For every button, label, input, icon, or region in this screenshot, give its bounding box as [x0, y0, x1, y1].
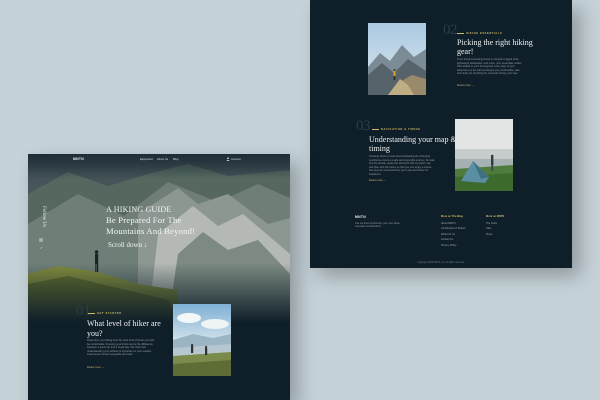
article-eyebrow: HIKING ESSENTIALS — [456, 32, 503, 35]
article-eyebrow: NAVIGATION & TIMING — [372, 128, 421, 131]
footer-link[interactable]: Privacy Policy — [441, 243, 466, 248]
account-button[interactable]: Account — [226, 157, 241, 161]
read-more-link[interactable]: Read more → — [369, 178, 386, 182]
account-label: Account — [231, 157, 241, 161]
footer-column-heading: More on The Blog — [441, 215, 463, 218]
follow-us-label[interactable]: Follow Us — [41, 206, 46, 227]
hero-title-line: Mountains And Beyond! — [106, 226, 196, 236]
nav-item-about[interactable]: About Us — [157, 158, 168, 161]
user-icon — [226, 157, 230, 161]
hero-heading: A HIKING GUIDE Be Prepared For The Mount… — [106, 204, 246, 237]
article-title[interactable]: Picking the right hiking gear! — [457, 38, 547, 56]
article-title[interactable]: Understanding your map & timing — [369, 135, 459, 153]
article-body: From traction-boosting boots to compact … — [457, 58, 523, 76]
copyright-text: Copyright 2023 MNTN, Inc. All rights res… — [417, 262, 465, 264]
left-page-mockup — [28, 154, 290, 400]
read-more-link[interactable]: Read more → — [87, 365, 104, 369]
footer-link[interactable]: Press — [486, 232, 504, 237]
hero-mountain-image — [28, 154, 290, 322]
article-title[interactable]: What level of hiker are you? — [87, 319, 177, 338]
footer-column-blog: More on The Blog About MNTN Contributors… — [441, 215, 466, 248]
article-body: Knowing where to start and anticipating … — [369, 155, 435, 176]
article-number: 02 — [443, 22, 458, 38]
hero-eyebrow: A HIKING GUIDE — [106, 205, 172, 214]
article-eyebrow: GET STARTED — [88, 312, 122, 315]
article-body: Determine your hiking level for what kin… — [87, 339, 154, 357]
tent-camp-image — [455, 119, 513, 191]
scroll-down-link[interactable]: Scroll down ↓ — [108, 241, 147, 249]
footer-column-mntn: More on MNTN The Team Jobs Press — [486, 215, 504, 237]
article-number: 01 — [76, 303, 91, 319]
site-logo[interactable]: MNTN — [73, 157, 84, 161]
footer-column-heading: More on MNTN — [486, 215, 505, 218]
article-number: 03 — [356, 118, 371, 134]
read-more-link[interactable]: Read more → — [457, 83, 474, 87]
footer-logo[interactable]: MNTN — [355, 215, 366, 219]
nav-item-blog[interactable]: Blog — [173, 158, 178, 161]
hero-title-line: Be Prepared For The — [106, 215, 182, 225]
mountain-climber-image — [368, 23, 426, 95]
nav-item-equipment[interactable]: Equipment — [140, 158, 153, 161]
hikers-image — [173, 304, 231, 376]
twitter-icon[interactable] — [39, 237, 43, 255]
footer-tagline: Get out there & discover your next slope… — [355, 222, 401, 229]
